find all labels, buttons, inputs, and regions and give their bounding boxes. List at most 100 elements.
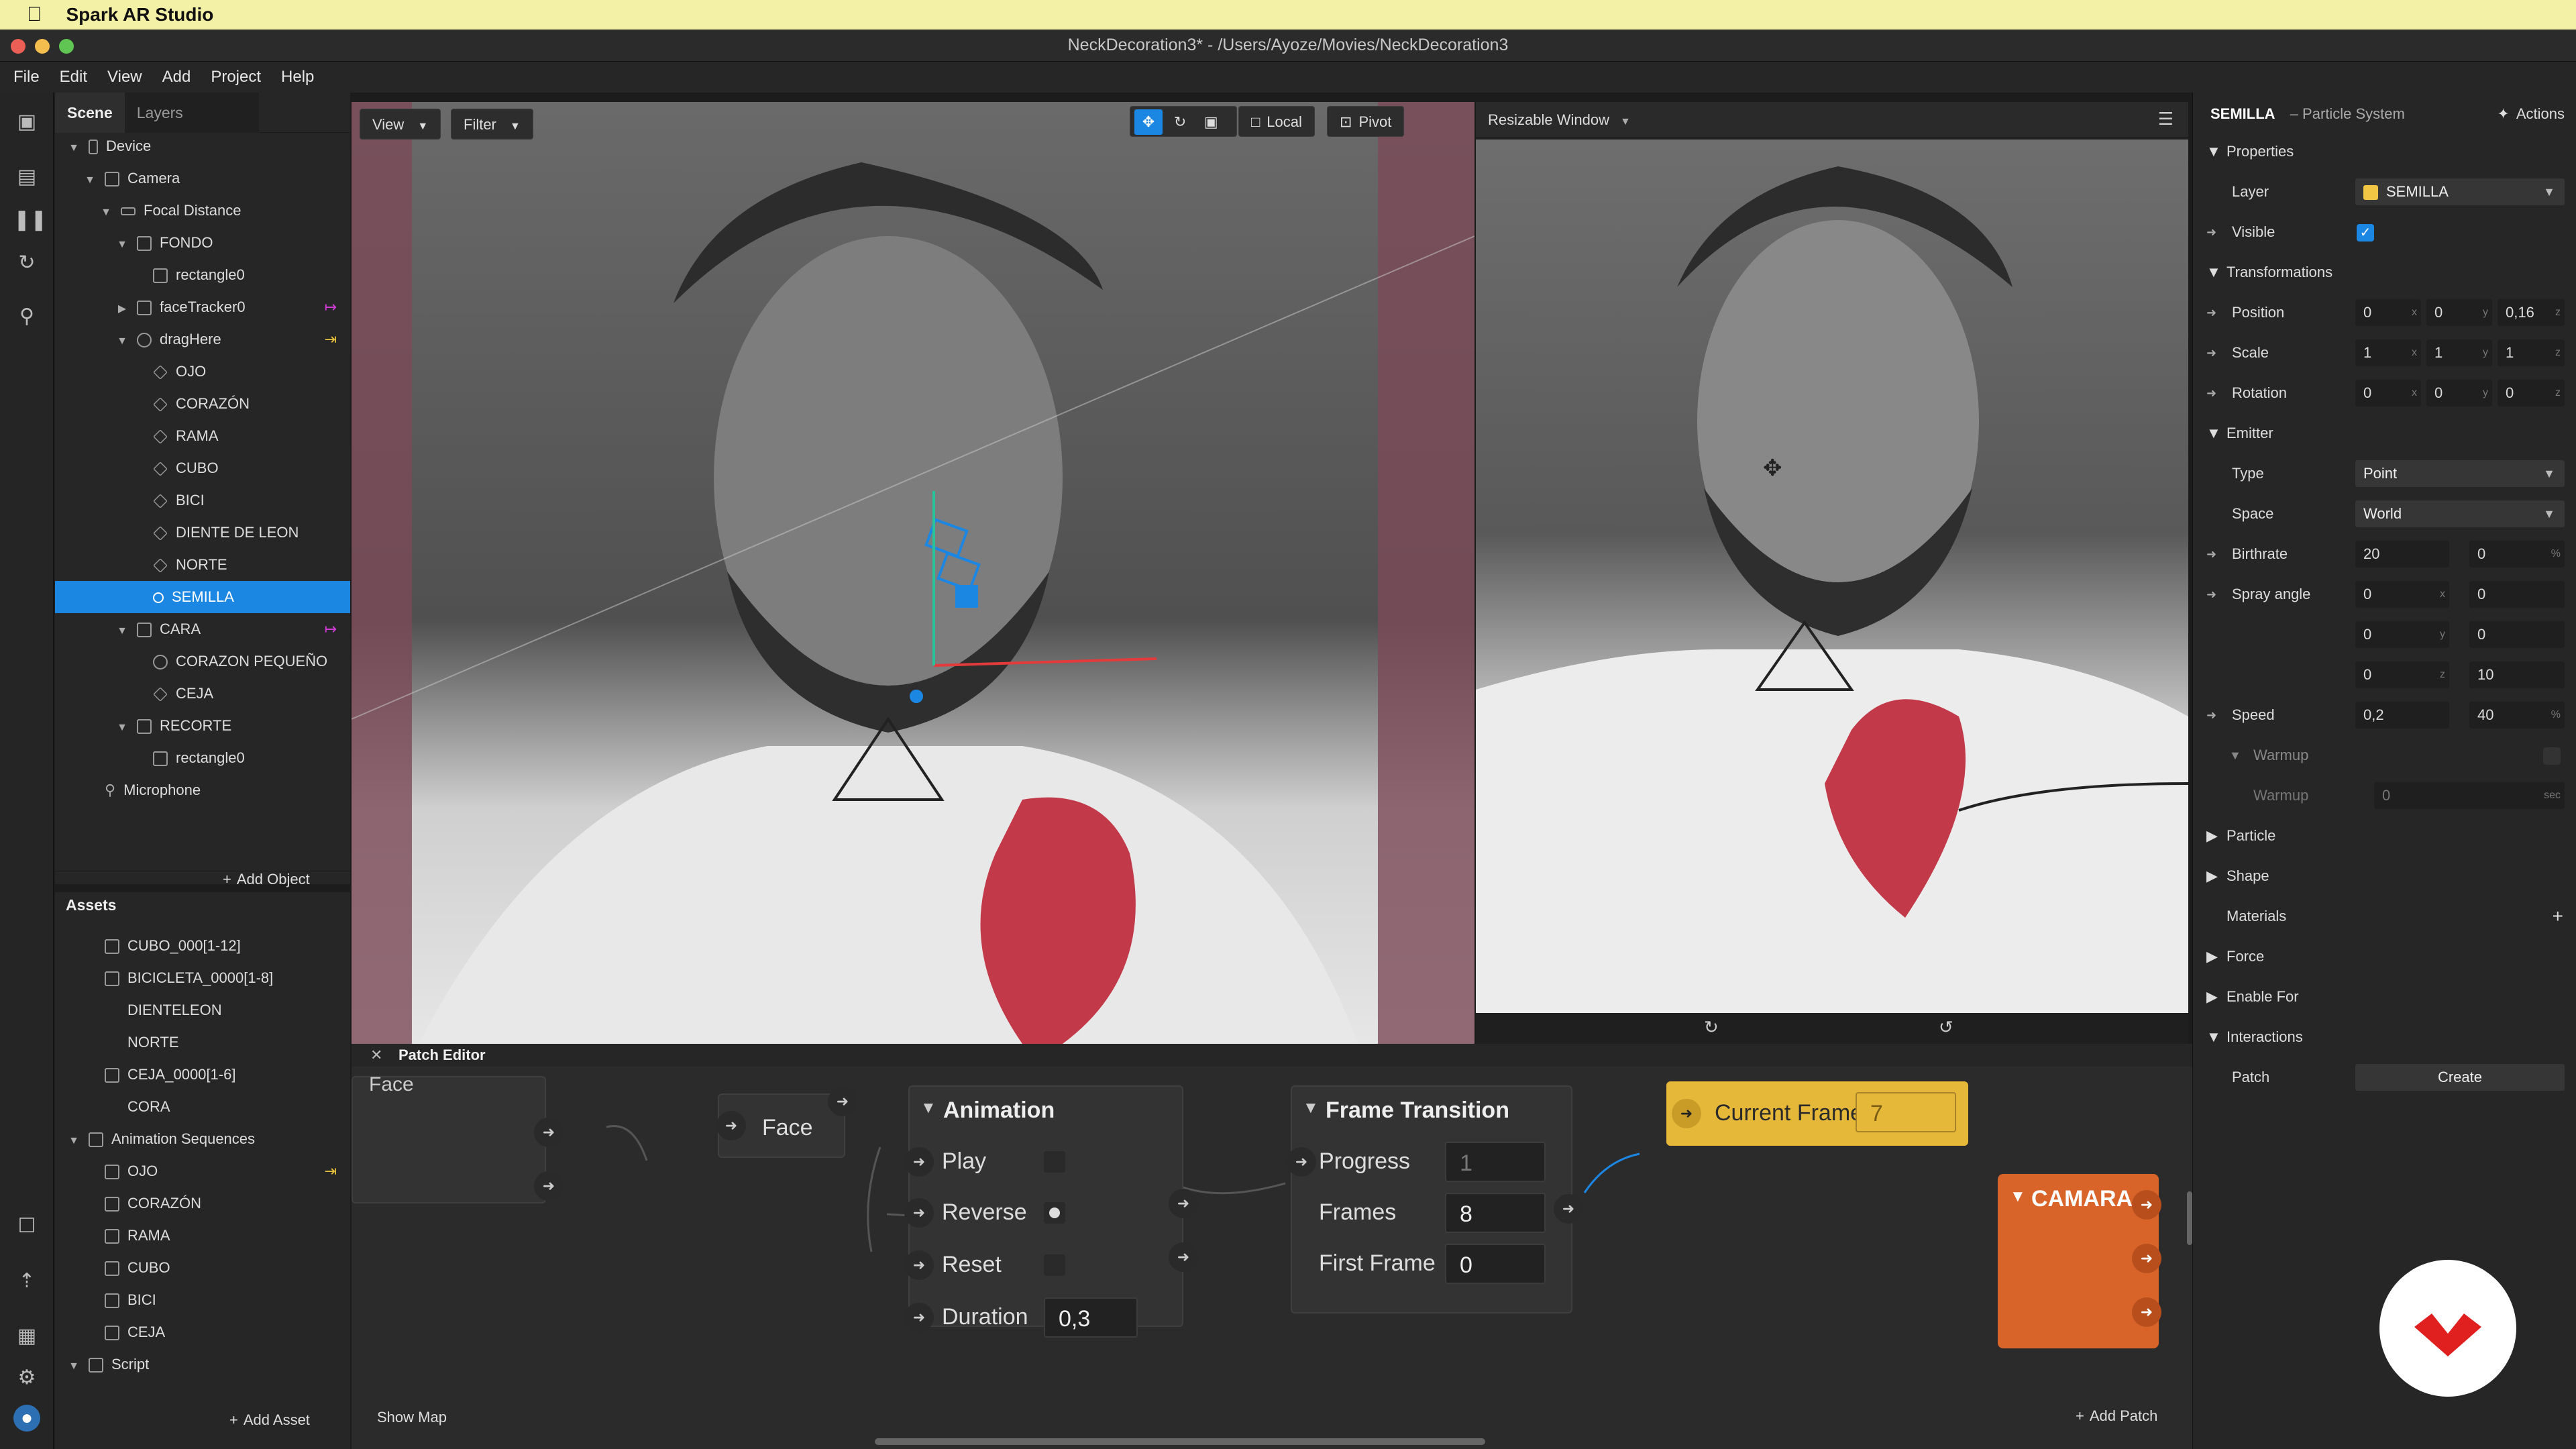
chevron-down-icon[interactable]: ▼ xyxy=(83,164,97,197)
speed-variation-field[interactable]: 40% xyxy=(2469,702,2565,729)
reset-checkbox[interactable] xyxy=(1044,1254,1065,1276)
spray-z-variation-field[interactable]: 10 xyxy=(2469,661,2565,688)
share-icon[interactable]: ⇡ xyxy=(13,1268,40,1295)
input-port[interactable]: ➜ xyxy=(904,1147,934,1177)
keyframe-arrow-icon[interactable]: ➜ xyxy=(2206,695,2216,735)
search-icon[interactable]: ⚲ xyxy=(13,303,40,330)
asset-folder-animation-sequences[interactable]: ▼ Animation Sequences xyxy=(55,1123,350,1155)
show-map-button[interactable]: Show Map xyxy=(377,1409,447,1426)
output-port[interactable]: ➜ xyxy=(1169,1189,1198,1218)
tree-item-corazon-pequeno[interactable]: CORAZON PEQUEÑO xyxy=(55,645,350,678)
output-port[interactable]: ➜ xyxy=(2132,1244,2161,1273)
vertical-scrollbar[interactable] xyxy=(2187,1191,2192,1245)
duration-field[interactable]: 0,3 xyxy=(1044,1297,1138,1338)
z-axis-handle[interactable] xyxy=(910,690,923,703)
asset-item[interactable]: CORAZÓN xyxy=(55,1187,350,1220)
section-interactions[interactable]: ▼ Interactions xyxy=(2193,1017,2576,1057)
scene-viewport[interactable]: View ▼ Filter ▼ ✥ ↻ ▣ □ Local ⊡ Pivot xyxy=(352,102,1474,1044)
tree-item-corazon[interactable]: CORAZÓN xyxy=(55,388,350,420)
pivot-toggle[interactable]: ⊡ Pivot xyxy=(1327,106,1405,137)
create-patch-button[interactable]: Create xyxy=(2355,1064,2565,1091)
output-port[interactable]: ➜ xyxy=(1169,1242,1198,1272)
menu-edit[interactable]: Edit xyxy=(60,68,87,87)
input-port[interactable]: ➜ xyxy=(1287,1147,1316,1177)
menu-add[interactable]: Add xyxy=(162,68,191,87)
tree-item-diente-de-leon[interactable]: DIENTE DE LEON xyxy=(55,517,350,549)
chevron-down-icon[interactable]: ▼ xyxy=(67,132,80,164)
output-port[interactable]: ➜ xyxy=(2132,1297,2161,1327)
patch-link-icon[interactable]: ↦ xyxy=(325,291,337,323)
tree-item-ojo[interactable]: OJO xyxy=(55,356,350,388)
asset-item[interactable]: OJO ⇥ xyxy=(55,1155,350,1187)
section-particle[interactable]: ▶ Particle xyxy=(2193,816,2576,856)
section-enable-for[interactable]: ▶ Enable For xyxy=(2193,977,2576,1017)
spray-x-field[interactable]: 0x xyxy=(2355,581,2449,608)
asset-item[interactable]: CUBO_000[1-12] xyxy=(55,930,350,962)
video-icon[interactable]: ▤ xyxy=(13,164,40,191)
output-port[interactable]: ➜ xyxy=(534,1171,564,1201)
menu-help[interactable]: Help xyxy=(281,68,314,87)
tree-item-microphone[interactable]: ⚲ Microphone xyxy=(55,774,350,806)
asset-item[interactable]: CORA xyxy=(55,1091,350,1123)
output-port[interactable]: ➜ xyxy=(2132,1190,2161,1220)
add-patch-button[interactable]: + Add Patch xyxy=(2076,1407,2157,1425)
patch-node-animation[interactable]: ▼ Animation ➜ Play ➜ Reverse ➜ Reset ➜ D… xyxy=(904,1085,1198,1338)
tree-item-norte[interactable]: NORTE xyxy=(55,549,350,581)
chevron-right-icon[interactable]: ▶ xyxy=(115,293,129,325)
local-toggle[interactable]: □ Local xyxy=(1238,106,1315,137)
tree-item-ceja[interactable]: CEJA xyxy=(55,678,350,710)
scale-tool-icon[interactable]: ▣ xyxy=(1197,107,1224,138)
section-properties[interactable]: ▼ Properties xyxy=(2193,131,2576,172)
play-checkbox[interactable] xyxy=(1044,1151,1065,1173)
tree-item-rama[interactable]: RAMA xyxy=(55,420,350,452)
close-window-button[interactable] xyxy=(11,39,25,54)
input-port[interactable]: ➜ xyxy=(716,1111,746,1140)
tree-item-fondo[interactable]: ▼ FONDO xyxy=(55,227,350,259)
layer-select[interactable]: SEMILLA ▼ xyxy=(2355,178,2565,205)
spray-x-variation-field[interactable]: 0 xyxy=(2469,581,2565,608)
tree-item-rectangle0[interactable]: rectangle0 xyxy=(55,259,350,291)
visible-checkbox[interactable]: ✓ xyxy=(2357,224,2374,241)
input-port[interactable]: ➜ xyxy=(1672,1099,1701,1128)
input-port[interactable]: ➜ xyxy=(904,1250,934,1280)
account-icon[interactable]: ● xyxy=(13,1405,40,1432)
emitter-space-select[interactable]: World ▼ xyxy=(2355,500,2565,527)
position-z-field[interactable]: 0,16 z xyxy=(2498,299,2565,326)
birthrate-variation-field[interactable]: 0% xyxy=(2469,541,2565,568)
add-asset-button[interactable]: + Add Asset xyxy=(229,1411,310,1429)
menu-file[interactable]: File xyxy=(13,68,40,87)
input-port[interactable]: ➜ xyxy=(904,1198,934,1228)
output-port[interactable]: ➜ xyxy=(1554,1194,1583,1224)
keyframe-arrow-icon[interactable]: ➜ xyxy=(2206,534,2216,574)
tree-item-camera[interactable]: ▼ Camera xyxy=(55,162,350,195)
chevron-down-icon[interactable]: ▼ xyxy=(115,615,129,647)
keyframe-arrow-icon[interactable]: ➜ xyxy=(2206,292,2216,333)
apple-icon[interactable]:  xyxy=(27,3,42,26)
section-force[interactable]: ▶ Force xyxy=(2193,936,2576,977)
actions-button[interactable]: ✦ Actions xyxy=(2497,93,2565,136)
chevron-down-icon[interactable]: ▼ xyxy=(115,712,129,744)
spray-y-variation-field[interactable]: 0 xyxy=(2469,621,2565,648)
asset-item[interactable]: DIENTELEON xyxy=(55,994,350,1026)
tree-item-focal-distance[interactable]: ▼ Focal Distance xyxy=(55,195,350,227)
input-port[interactable]: ➜ xyxy=(904,1303,934,1332)
keyframe-arrow-icon[interactable]: ➜ xyxy=(2206,333,2216,373)
frames-field[interactable]: 8 xyxy=(1445,1193,1546,1233)
keyframe-arrow-icon[interactable]: ➜ xyxy=(2206,212,2216,252)
chevron-down-icon[interactable]: ▼ xyxy=(115,325,129,358)
add-material-plus-icon[interactable]: + xyxy=(2553,896,2563,936)
patch-editor[interactable]: ✕ Patch Editor Face ➜ ➜ ➜ Face ➜ ▼ Anima… xyxy=(352,1044,2192,1449)
scale-x-field[interactable]: 1x xyxy=(2355,339,2421,366)
keyframe-arrow-icon[interactable]: ➜ xyxy=(2206,574,2216,614)
tree-item-device[interactable]: ▼ Device xyxy=(55,130,350,162)
pause-icon[interactable]: ❚❚ xyxy=(13,207,47,233)
keyframe-arrow-icon[interactable]: ➜ xyxy=(2206,373,2216,413)
tree-item-draghere[interactable]: ▼ dragHere ⇥ xyxy=(55,323,350,356)
chevron-down-icon[interactable]: ▼ xyxy=(115,229,129,261)
chevron-down-icon[interactable]: ▼ xyxy=(67,1350,80,1383)
menu-icon[interactable]: ☰ xyxy=(2158,109,2174,129)
output-port[interactable]: ➜ xyxy=(828,1087,857,1116)
patch-link-icon[interactable]: ⇥ xyxy=(325,1155,337,1187)
asset-item[interactable]: CUBO xyxy=(55,1252,350,1284)
reverse-checkbox[interactable] xyxy=(1044,1202,1065,1224)
